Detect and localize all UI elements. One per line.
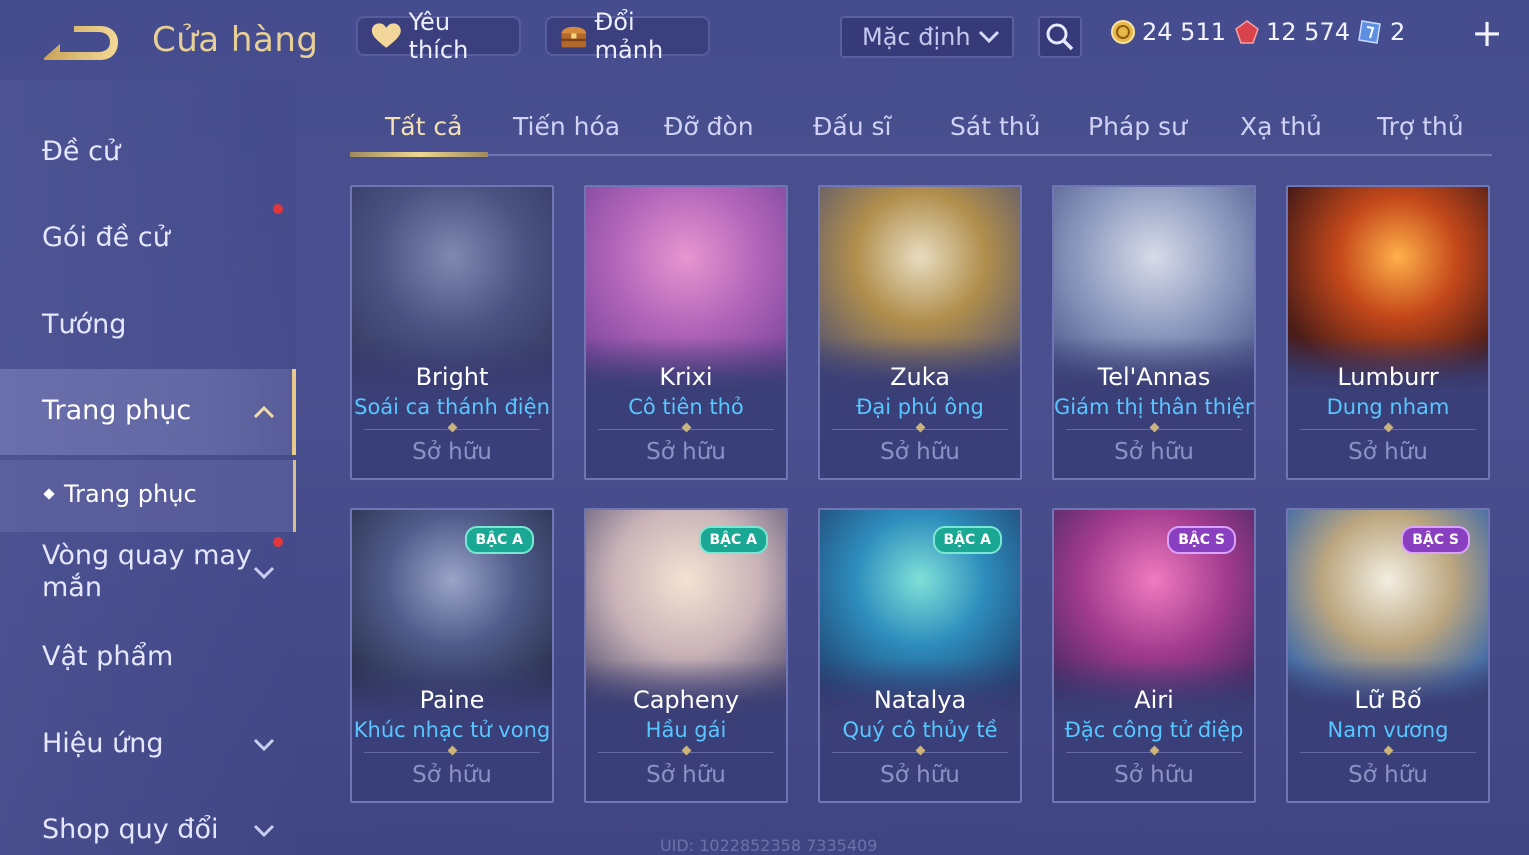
ticket-currency: 2	[1356, 18, 1405, 46]
treasure-chest-icon	[561, 26, 587, 48]
tier-badge: BẬC A	[464, 526, 534, 554]
gem-currency: 12 574	[1234, 18, 1350, 46]
hero-name: Zuka	[890, 363, 950, 391]
tab-support[interactable]: Trợ thủ	[1377, 112, 1464, 141]
skin-name: Nam vương	[1327, 718, 1449, 742]
ownership-status: Sở hữu	[880, 439, 960, 465]
chevron-down-icon[interactable]	[252, 818, 276, 842]
shard-exchange-button[interactable]: Đổi mảnh	[545, 8, 710, 64]
ownership-status: Sở hữu	[1114, 439, 1194, 465]
back-arrow-icon	[44, 26, 118, 60]
tab-evolution[interactable]: Tiến hóa	[513, 112, 620, 141]
red-gem-icon	[1235, 20, 1259, 44]
tab-mage[interactable]: Pháp sư	[1088, 112, 1187, 141]
ticket-amount: 2	[1390, 18, 1406, 46]
skin-card[interactable]: BẬC S Lữ Bố Nam vương Sở hữu	[1286, 508, 1490, 803]
tabs-divider	[350, 154, 1492, 156]
tab-assassin[interactable]: Sát thủ	[950, 112, 1040, 141]
tier-badge: BẬC A	[932, 526, 1002, 554]
tab-marksman[interactable]: Xạ thủ	[1240, 112, 1322, 141]
sidebar-item-bundles[interactable]: Gói đề cử	[42, 222, 170, 253]
sidebar-subitem-skins[interactable]: Trang phục	[64, 480, 197, 508]
notification-dot	[273, 204, 283, 214]
skin-card[interactable]: BẬC A Natalya Quý cô thủy tề Sở hữu	[818, 508, 1022, 803]
page-title: Cửa hàng	[152, 20, 319, 60]
hero-name: Natalya	[873, 686, 967, 714]
tab-all[interactable]: Tất cả	[385, 112, 462, 141]
hero-name: Bright	[415, 363, 489, 391]
skin-name: Dung nham	[1326, 395, 1450, 419]
sidebar-item-items[interactable]: Vật phẩm	[42, 641, 173, 672]
ownership-status: Sở hữu	[1348, 439, 1428, 465]
gold-currency: 24 511	[1110, 18, 1226, 46]
hero-name: Lumburr	[1337, 363, 1439, 391]
gold-coin-icon	[1111, 20, 1135, 44]
favorites-button[interactable]: Yêu thích	[356, 8, 521, 64]
skin-name: Khúc nhạc tử vong	[353, 718, 551, 742]
ownership-status: Sở hữu	[1348, 762, 1428, 788]
ownership-status: Sở hữu	[646, 439, 726, 465]
sort-selected-value: Mặc định	[862, 23, 971, 51]
ownership-status: Sở hữu	[412, 762, 492, 788]
skin-card[interactable]: Tel'Annas Giám thị thân thiện Sở hữu	[1052, 185, 1256, 480]
skin-card[interactable]: BẬC A Capheny Hầu gái Sở hữu	[584, 508, 788, 803]
sidebar-item-effects[interactable]: Hiệu ứng	[42, 728, 163, 759]
skin-name: Soái ca thánh điện	[354, 395, 550, 419]
tab-fighter[interactable]: Đấu sĩ	[813, 112, 891, 141]
favorites-label: Yêu thích	[408, 8, 469, 64]
skin-name: Giám thị thân thiện	[1054, 395, 1256, 419]
search-button[interactable]	[1038, 16, 1082, 58]
ownership-status: Sở hữu	[1114, 762, 1194, 788]
hero-name: Paine	[419, 686, 485, 714]
skin-card[interactable]: Lumburr Dung nham Sở hữu	[1286, 185, 1490, 480]
gem-amount: 12 574	[1266, 18, 1350, 46]
skin-card[interactable]: Zuka Đại phú ông Sở hữu	[818, 185, 1022, 480]
gold-amount: 24 511	[1142, 18, 1226, 46]
tier-badge: BẬC A	[698, 526, 768, 554]
search-icon	[1046, 23, 1074, 51]
skin-card[interactable]: BẬC A Paine Khúc nhạc tử vong Sở hữu	[350, 508, 554, 803]
tier-badge: BẬC S	[1401, 526, 1470, 554]
skin-name: Hầu gái	[645, 718, 727, 742]
sidebar-item-featured[interactable]: Đề cử	[42, 136, 120, 167]
skin-name: Cô tiên thỏ	[628, 395, 744, 419]
voucher-icon	[1358, 20, 1381, 44]
skin-card[interactable]: BẬC S Airi Đặc công tử điệp Sở hữu	[1052, 508, 1256, 803]
back-button[interactable]	[40, 22, 122, 66]
add-currency-button[interactable]: +	[1470, 14, 1504, 52]
skin-name: Đại phú ông	[856, 395, 984, 419]
hero-name: Krixi	[659, 363, 713, 391]
sidebar-item-skins[interactable]: Trang phục	[42, 395, 191, 426]
skin-card[interactable]: Bright Soái ca thánh điện Sở hữu	[350, 185, 554, 480]
sort-dropdown[interactable]: Mặc định	[840, 16, 1014, 58]
skin-card[interactable]: Krixi Cô tiên thỏ Sở hữu	[584, 185, 788, 480]
hero-name: Lữ Bố	[1354, 686, 1422, 714]
sidebar-item-lucky-spin[interactable]: Vòng quay may mắn	[42, 540, 252, 604]
skin-name: Đặc công tử điệp	[1064, 718, 1244, 742]
chevron-down-icon	[978, 30, 1000, 44]
chevron-up-icon[interactable]	[252, 400, 276, 424]
hero-name: Capheny	[632, 686, 740, 714]
shard-exchange-label: Đổi mảnh	[594, 8, 664, 64]
ownership-status: Sở hữu	[646, 762, 726, 788]
heart-icon	[371, 23, 401, 48]
uid-watermark: UID: 1022852358 7335409	[660, 836, 878, 855]
hero-name: Tel'Annas	[1097, 363, 1211, 391]
ownership-status: Sở hữu	[412, 439, 492, 465]
sidebar-item-heroes[interactable]: Tướng	[42, 309, 126, 340]
hero-name: Airi	[1134, 686, 1174, 714]
skin-name: Quý cô thủy tề	[842, 718, 998, 742]
tier-badge: BẬC S	[1167, 526, 1236, 554]
ownership-status: Sở hữu	[880, 762, 960, 788]
chevron-down-icon[interactable]	[252, 560, 276, 584]
chevron-down-icon[interactable]	[252, 732, 276, 756]
tab-tank[interactable]: Đỡ đòn	[664, 112, 754, 141]
tab-active-underline	[350, 152, 488, 157]
notification-dot	[273, 537, 283, 547]
sidebar-item-exchange-shop[interactable]: Shop quy đổi	[42, 814, 218, 845]
